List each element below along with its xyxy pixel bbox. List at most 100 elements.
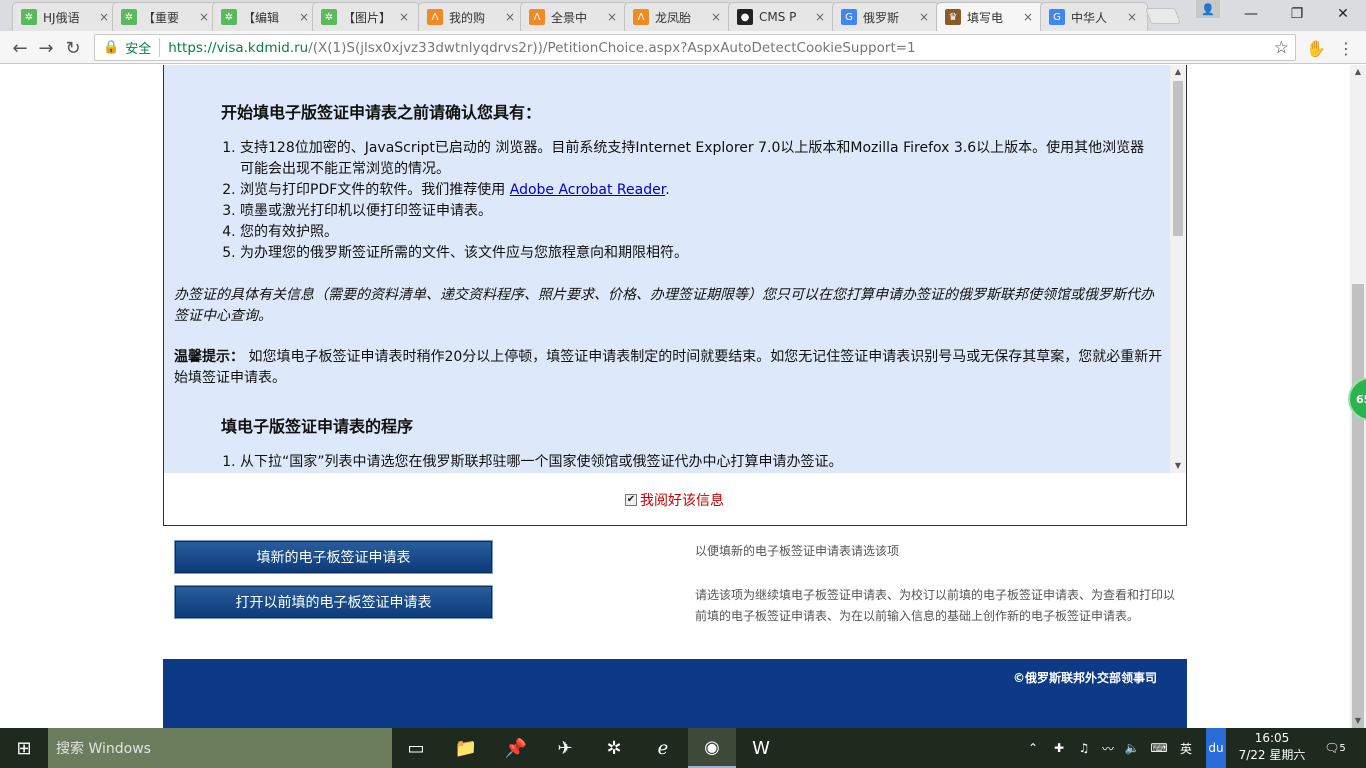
file-explorer-icon[interactable]: 📁	[442, 728, 490, 768]
tab-close-icon[interactable]: ×	[1021, 10, 1035, 24]
wifi-icon[interactable]: 〰	[1098, 728, 1118, 768]
menu-icon[interactable]: ⋮	[1336, 38, 1356, 58]
clock[interactable]: 16:05 7/22 星期六	[1236, 730, 1308, 764]
chrome-icon[interactable]: ◉	[688, 728, 736, 768]
page-scroll-down-icon[interactable]: ▼	[1350, 714, 1366, 728]
tab-close-icon[interactable]: ×	[709, 10, 723, 24]
tab-7[interactable]: ● CMS P ×	[728, 2, 836, 31]
tab-3[interactable]: ✲ 【图片】 ×	[312, 2, 420, 31]
baidu-input-icon[interactable]: du	[1206, 728, 1226, 768]
page-scroll-up-icon[interactable]: ▲	[1350, 65, 1366, 79]
lock-icon: 🔒	[103, 40, 120, 55]
agree-row[interactable]: ✔ 我阅好该信息	[625, 490, 724, 510]
info-frame: 开始填电子版签证申请表之前请确认您具有： 支持128位加密的、JavaScrip…	[163, 65, 1187, 526]
tab-label: CMS P	[759, 10, 797, 24]
minimize-button[interactable]: —	[1228, 0, 1274, 28]
ime-indicator[interactable]: 英	[1176, 728, 1196, 768]
tab-0[interactable]: ✲ HJ俄语 ×	[12, 2, 120, 31]
tray-expand-icon[interactable]: ⌃	[1026, 728, 1040, 768]
tab-close-icon[interactable]: ×	[605, 10, 619, 24]
tab-close-icon[interactable]: ×	[813, 10, 827, 24]
tab-label: 填写电	[967, 10, 1004, 25]
tab-label: 全景中	[551, 10, 588, 25]
extension-icon[interactable]: ✋	[1306, 38, 1326, 58]
open-application-note: 请选该项为继续填电子板签证申请表、为校订以前填的电子板签证申请表、为查看和打印以…	[695, 588, 1176, 623]
page-content: 开始填电子版签证申请表之前请确认您具有： 支持128位加密的、JavaScrip…	[0, 65, 1350, 728]
tab-1[interactable]: ✲ 【重要 ×	[112, 2, 220, 31]
tab-label: HJ俄语	[43, 10, 80, 25]
new-application-note: 以便填新的电子板签证申请表请选该项	[695, 544, 900, 558]
open-application-button[interactable]: 打开以前填的电子板签证申请表	[174, 585, 493, 619]
volume-icon[interactable]: 🔈	[1122, 728, 1142, 768]
new-application-button[interactable]: 填新的电子板签证申请表	[174, 540, 493, 574]
tip-text: 如您填电子板签证申请表时稍作20分以上停顿，填签证申请表制定的时间就要结束。如您…	[174, 349, 1163, 386]
profile-icon[interactable]: 👤	[1196, 0, 1220, 18]
close-window-button[interactable]: ✕	[1320, 0, 1366, 28]
taskbar: ⊞ 搜索 Windows ▭ 📁 📌 ✈ ✲ ℯ ◉ W ⌃ ✚ ♫ 〰 🔈 ⌨…	[0, 728, 1366, 768]
edge-icon[interactable]: ℯ	[639, 728, 687, 768]
tab-5[interactable]: Λ 全景中 ×	[520, 2, 628, 31]
tab-4[interactable]: Λ 我的购 ×	[418, 2, 526, 31]
procedure-heading: 填电子版签证申请表的程序	[221, 417, 414, 436]
page-scroll-thumb[interactable]	[1352, 284, 1364, 760]
keyboard-icon[interactable]: ⌨	[1146, 728, 1172, 768]
browser-toolbar: ← → ↻ 🔒 安全 https://visa.kdmid.ru/(X(1)S(…	[0, 31, 1366, 64]
scroll-up-arrow-icon[interactable]: ▲	[1170, 65, 1186, 79]
requirement-item: 喷墨或激光打印机以便打印签证申请表。	[240, 201, 1155, 222]
windows-start-icon[interactable]: ⊞	[0, 728, 48, 768]
bird-app-icon[interactable]: ✈	[541, 728, 589, 768]
taskbar-search[interactable]: 搜索 Windows	[48, 728, 392, 768]
tab-close-icon[interactable]: ×	[397, 10, 411, 24]
visa-info-note: 办签证的具体有关信息（需要的资料清单、递交资料程序、照片要求、价格、办理签证期限…	[174, 287, 1154, 324]
tab-close-icon[interactable]: ×	[917, 10, 931, 24]
tab-2[interactable]: ✲ 【编辑 ×	[212, 2, 320, 31]
pin-icon[interactable]: 📌	[492, 728, 540, 768]
procedure-list: 从下拉“国家”列表中请选您在俄罗斯联邦驻哪一个国家使领馆或俄签证代办中心打算申请…	[240, 452, 1155, 473]
maximize-button[interactable]: ❐	[1274, 0, 1320, 28]
task-view-icon[interactable]: ▭	[392, 728, 440, 768]
reload-button[interactable]: ↻	[61, 36, 85, 60]
acrobat-link[interactable]: Adobe Acrobat Reader	[510, 182, 665, 198]
agree-label[interactable]: 我阅好该信息	[640, 490, 724, 510]
delta-icon: Λ	[633, 9, 649, 25]
tab-strip: ✲ HJ俄语 × ✲ 【重要 × ✲ 【编辑 × ✲ 【图片】 × Λ 我的购 × Λ 全景中 × Λ 龙凤胎 × ● CM…	[0, 0, 1366, 31]
scroll-down-arrow-icon[interactable]: ▼	[1170, 459, 1186, 473]
tab-close-icon[interactable]: ×	[1125, 10, 1139, 24]
back-button[interactable]: ←	[8, 36, 32, 60]
tip-paragraph: 温馨提示： 如您填电子板签证申请表时稍作20分以上停顿，填签证申请表制定的时间就…	[174, 347, 1164, 389]
tab-9[interactable]: ♛ 填写电 ×	[936, 2, 1044, 31]
google-icon: G	[1049, 9, 1065, 25]
word-icon[interactable]: W	[737, 728, 785, 768]
tab-10[interactable]: G 中华人 ×	[1040, 2, 1148, 31]
url-text[interactable]: https://visa.kdmid.ru/(X(1)S(jlsx0xjvz33…	[160, 40, 915, 56]
bookmark-star-icon[interactable]: ☆	[1274, 38, 1289, 58]
agree-checkbox[interactable]: ✔	[625, 494, 637, 506]
leaf-icon: ✲	[321, 9, 337, 25]
tab-close-icon[interactable]: ×	[503, 10, 517, 24]
scroll-thumb[interactable]	[1173, 81, 1183, 236]
address-bar[interactable]: 🔒 安全 https://visa.kdmid.ru/(X(1)S(jlsx0x…	[94, 34, 1296, 61]
window-controls: — ❐ ✕	[1228, 0, 1366, 28]
tab-close-icon[interactable]: ×	[297, 10, 311, 24]
secure-label: 安全	[125, 38, 161, 57]
tray-app-icon[interactable]: ✚	[1048, 728, 1070, 768]
tray-music-icon[interactable]: ♫	[1074, 728, 1094, 768]
google-icon: G	[841, 9, 857, 25]
tip-label: 温馨提示：	[174, 349, 244, 365]
tab-8[interactable]: G 俄罗斯 ×	[832, 2, 940, 31]
tab-label: 龙凤胎	[655, 10, 692, 25]
app-icon[interactable]: ✲	[590, 728, 638, 768]
forward-button[interactable]: →	[34, 36, 58, 60]
leaf-icon: ✲	[221, 9, 237, 25]
requirements-list: 支持128位加密的、JavaScript已启动的 浏览器。目前系统支持Inter…	[240, 138, 1155, 264]
requirement-text: 浏览与打印PDF文件的软件。我们推荐使用	[240, 182, 510, 198]
requirement-item: 浏览与打印PDF文件的软件。我们推荐使用 Adobe Acrobat Reade…	[240, 180, 1155, 201]
delta-icon: Λ	[529, 9, 545, 25]
tab-close-icon[interactable]: ×	[197, 10, 211, 24]
tab-6[interactable]: Λ 龙凤胎 ×	[624, 2, 732, 31]
notification-icon[interactable]: 🗨 5	[1320, 728, 1350, 768]
info-scrollbar[interactable]: ▲ ▼	[1170, 65, 1186, 473]
new-tab-button[interactable]	[1145, 8, 1181, 24]
tab-close-icon[interactable]: ×	[97, 10, 111, 24]
github-icon: ●	[737, 9, 753, 25]
